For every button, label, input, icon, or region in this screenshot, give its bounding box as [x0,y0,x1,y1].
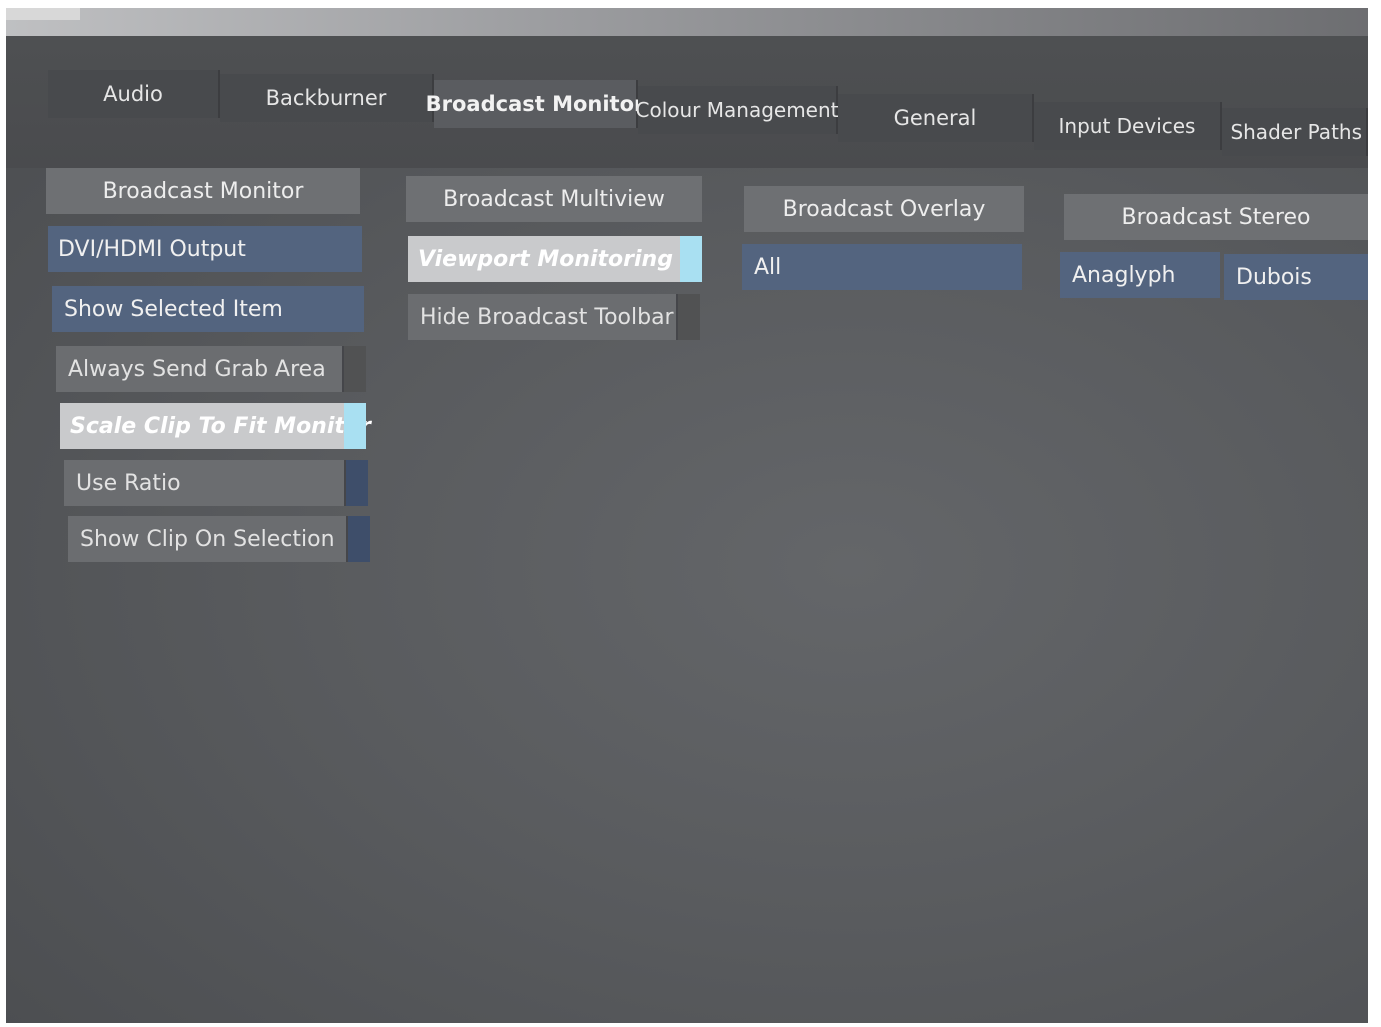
viewport-monitoring-indicator [680,236,702,282]
tab-colour-management[interactable]: Colour Management [636,86,839,134]
scale-clip-to-fit-monitor-label: Scale Clip To Fit Monitor [70,413,371,439]
tab-audio[interactable]: Audio [48,70,220,118]
use-ratio-toggle[interactable]: Use Ratio [64,460,368,506]
always-send-grab-area-indicator [342,346,366,392]
use-ratio-indicator [344,460,368,506]
top-bar-label [6,8,80,20]
viewport-monitoring-toggle[interactable]: Viewport Monitoring [408,236,702,282]
always-send-grab-area-label: Always Send Grab Area [68,356,326,382]
stereo-mode-selector[interactable]: Anaglyph [1060,252,1220,298]
broadcast-overlay-header: Broadcast Overlay [744,186,1024,232]
tab-bar: Audio Backburner Broadcast Monitor Colou… [6,36,1368,168]
tab-input-devices[interactable]: Input Devices [1034,102,1222,150]
hide-broadcast-toolbar-label: Hide Broadcast Toolbar [420,304,674,330]
show-selected-item-button[interactable]: Show Selected Item [52,286,364,332]
scale-clip-to-fit-monitor-indicator [344,403,366,449]
tab-broadcast-monitor[interactable]: Broadcast Monitor [426,80,644,128]
broadcast-multiview-header: Broadcast Multiview [406,176,702,222]
tab-shader-paths[interactable]: Shader Paths [1222,108,1368,156]
hide-broadcast-toolbar-toggle[interactable]: Hide Broadcast Toolbar [408,294,700,340]
broadcast-stereo-header: Broadcast Stereo [1064,194,1368,240]
show-clip-on-selection-label: Show Clip On Selection [80,526,335,552]
overlay-mode-selector[interactable]: All [742,244,1022,290]
dvi-hdmi-output-button[interactable]: DVI/HDMI Output [48,226,362,272]
hide-broadcast-toolbar-indicator [676,294,700,340]
tab-general[interactable]: General [838,94,1034,142]
viewport-monitoring-label: Viewport Monitoring [418,246,673,272]
preferences-screen: Audio Backburner Broadcast Monitor Colou… [6,8,1368,1023]
always-send-grab-area-toggle[interactable]: Always Send Grab Area [56,346,366,392]
tab-backburner[interactable]: Backburner [220,74,434,122]
show-clip-on-selection-indicator [346,516,370,562]
use-ratio-label: Use Ratio [76,470,181,496]
scale-clip-to-fit-monitor-toggle[interactable]: Scale Clip To Fit Monitor [60,403,371,449]
show-clip-on-selection-toggle[interactable]: Show Clip On Selection [68,516,370,562]
stereo-method-selector[interactable]: Dubois [1224,254,1368,300]
broadcast-monitor-header: Broadcast Monitor [46,168,360,214]
top-bar [6,8,1368,36]
